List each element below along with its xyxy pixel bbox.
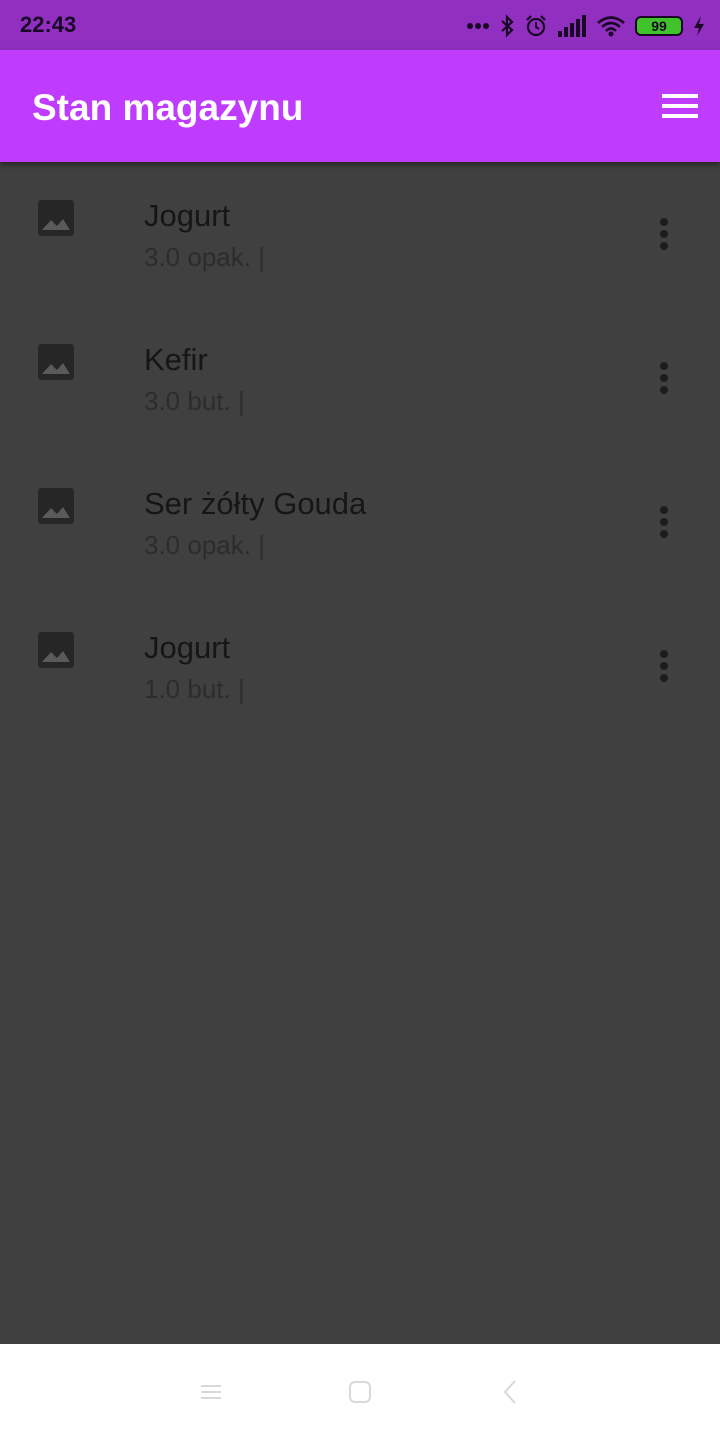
item-quantity: 3.0 opak. | [144,242,265,272]
list-item[interactable]: Ser żółty Gouda 3.0 opak. | [0,450,720,594]
image-icon [38,488,74,524]
battery-icon: 99 [635,16,683,36]
recents-icon[interactable] [197,1378,225,1406]
hamburger-menu-icon [662,94,698,98]
list-item[interactable]: Jogurt 3.0 opak. | [0,162,720,306]
item-quantity: 3.0 but. | [144,386,245,416]
list-item[interactable]: Jogurt 1.0 but. | [0,594,720,738]
more-vert-icon[interactable] [648,356,680,396]
home-icon[interactable] [346,1378,374,1406]
more-vert-icon[interactable] [648,644,680,684]
menu-button[interactable] [654,88,698,124]
status-time: 22:43 [20,12,77,37]
system-nav-bar [0,1344,720,1440]
stock-list: Jogurt 3.0 opak. | Kefir 3.0 but. | Ser … [0,162,720,738]
image-icon [38,344,74,380]
bluetooth-icon [499,14,515,38]
more-dots-icon [466,22,490,30]
wifi-icon [596,15,626,37]
back-icon[interactable] [496,1378,524,1406]
item-quantity: 1.0 but. | [144,674,245,704]
alarm-icon [524,14,548,38]
more-vert-icon[interactable] [648,212,680,252]
more-vert-icon[interactable] [648,500,680,540]
status-icons: 99 [466,11,706,41]
charging-icon [692,15,706,37]
image-icon [38,200,74,236]
item-name: Ser żółty Gouda [144,486,367,521]
item-name: Jogurt [144,630,231,665]
item-name: Kefir [144,342,208,377]
image-icon [38,632,74,668]
app-bar: Stan magazynu [0,50,720,162]
status-bar: 22:43 99 [0,0,720,50]
item-quantity: 3.0 opak. | [144,530,265,560]
item-name: Jogurt [144,198,231,233]
page-title: Stan magazynu [32,87,304,128]
list-item[interactable]: Kefir 3.0 but. | [0,306,720,450]
signal-icon [557,15,587,37]
